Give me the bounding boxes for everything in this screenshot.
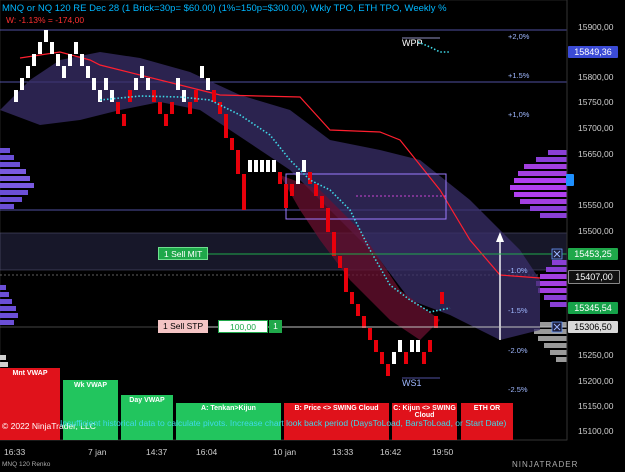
swing-cloud xyxy=(0,52,540,340)
price-marker-last xyxy=(566,174,574,186)
time-tick: 16:33 xyxy=(4,447,26,457)
price-tick: 15650,00 xyxy=(578,149,614,159)
pct-label: +2,0% xyxy=(508,32,530,41)
stp-qty-field[interactable]: 1 xyxy=(269,320,282,333)
price-marker-current: 15407,00 xyxy=(568,270,620,284)
price-tick: 15900,00 xyxy=(578,22,614,32)
pct-label: -1.5% xyxy=(508,306,528,315)
price-tick: 15500,00 xyxy=(578,226,614,236)
pct-label: +1.5% xyxy=(508,71,530,80)
wk-vwap-button[interactable]: Wk VWAP xyxy=(63,380,118,440)
pct-label: -1.0% xyxy=(508,266,528,275)
price-tick: 15750,00 xyxy=(578,97,614,107)
price-marker-vwap: 15345,54 xyxy=(568,302,618,314)
pct-label: -2.0% xyxy=(508,346,528,355)
price-marker-pivot: 15849,36 xyxy=(568,46,618,58)
instrument-label: MNQ 120 Renko xyxy=(2,461,51,468)
price-tick: 15200,00 xyxy=(578,376,614,386)
price-tick: 15250,00 xyxy=(578,350,614,360)
ws1-label: WS1 xyxy=(402,378,422,388)
price-tick: 15700,00 xyxy=(578,123,614,133)
chart-title: MNQ or NQ 120 RE Dec 28 (1 Brick=30p= $6… xyxy=(2,3,447,14)
wpp-label: WPP xyxy=(402,38,423,48)
price-marker-mit: 15453,25 xyxy=(568,248,618,260)
time-tick: 16:42 xyxy=(380,447,402,457)
pct-label: +1,0% xyxy=(508,110,530,119)
pnl-readout: W: -1.13% = -174,00 xyxy=(6,15,85,25)
sell-mit-order[interactable]: 1 Sell MIT xyxy=(158,247,209,260)
price-tick: 15550,00 xyxy=(578,200,614,210)
price-tick: 15100,00 xyxy=(578,426,614,436)
time-tick: 19:50 xyxy=(432,447,454,457)
time-tick: 10 jan xyxy=(273,447,297,457)
time-tick: 7 jan xyxy=(88,447,107,457)
stp-price-field[interactable]: 100,00 xyxy=(218,320,268,333)
sell-stp-order[interactable]: 1 Sell STP xyxy=(158,320,209,333)
time-tick: 16:04 xyxy=(196,447,218,457)
pivot-warning-text: Insufficient historical data to calculat… xyxy=(60,418,507,428)
ninjatrader-logo: NINJATRADER xyxy=(512,460,579,469)
time-tick: 14:37 xyxy=(146,447,168,457)
price-tick: 15150,00 xyxy=(578,401,614,411)
price-marker-stop: 15306,50 xyxy=(568,321,618,333)
pct-label: -2.5% xyxy=(508,385,528,394)
price-tick: 15800,00 xyxy=(578,72,614,82)
time-tick: 13:33 xyxy=(332,447,354,457)
